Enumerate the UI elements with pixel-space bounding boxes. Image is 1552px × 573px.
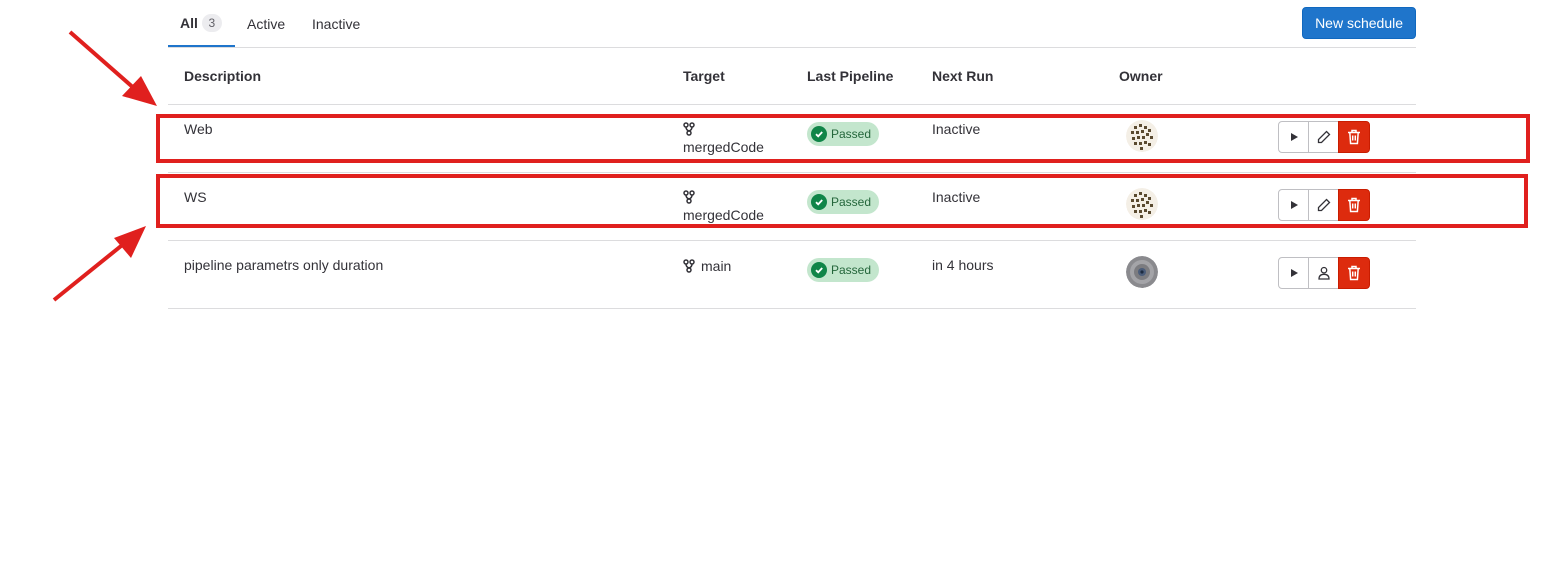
play-icon [1290, 132, 1298, 141]
row-actions [1278, 256, 1370, 289]
branch-icon [683, 189, 769, 207]
schedules-table: Description Target Last Pipeline Next Ru… [168, 48, 1416, 309]
new-schedule-button[interactable]: New schedule [1302, 7, 1416, 39]
branch-name: main [701, 257, 732, 274]
row-actions [1278, 120, 1370, 153]
pencil-icon [1317, 198, 1330, 211]
pipeline-status-badge[interactable]: Passed [807, 257, 880, 282]
owner-avatar[interactable] [1126, 255, 1158, 288]
tab-all-count: 3 [201, 13, 222, 32]
next-run: in 4 hours [916, 240, 1103, 309]
pipeline-status-badge[interactable]: Passed [807, 121, 880, 146]
column-header-description: Description [168, 48, 667, 105]
column-header-owner: Owner [1103, 48, 1416, 105]
pencil-icon [1317, 130, 1330, 143]
play-button[interactable] [1278, 188, 1309, 221]
pipeline-schedules: All 3 Active Inactive New schedule Descr… [168, 0, 1416, 309]
trash-icon [1348, 197, 1360, 212]
row-actions [1278, 188, 1370, 221]
last-pipeline: Passed [791, 172, 916, 241]
schedule-description: pipeline parametrs only duration [168, 240, 667, 309]
tab-all-label: All [180, 14, 198, 31]
trash-icon [1348, 265, 1360, 280]
status-label: Passed [831, 126, 872, 141]
schedule-target[interactable]: mergedCode [667, 104, 791, 173]
owner-avatar[interactable] [1126, 187, 1158, 220]
schedule-description: WS [168, 172, 667, 241]
tab-all[interactable]: All 3 [168, 0, 235, 47]
check-circle-icon [811, 193, 827, 210]
table-header-row: Description Target Last Pipeline Next Ru… [168, 48, 1416, 105]
owner-actions [1103, 172, 1416, 241]
arrow-up-right-icon [52, 226, 146, 302]
next-run: Inactive [916, 172, 1103, 241]
play-button[interactable] [1278, 120, 1309, 153]
check-circle-icon [811, 125, 827, 142]
edit-button[interactable] [1308, 120, 1339, 153]
branch-name: mergedCode [683, 206, 764, 223]
last-pipeline: Passed [791, 104, 916, 173]
delete-button[interactable] [1338, 188, 1370, 221]
arrow-down-right-icon [68, 30, 157, 106]
status-label: Passed [831, 194, 872, 209]
schedule-target[interactable]: mergedCode [667, 172, 791, 241]
trash-icon [1348, 129, 1360, 144]
table-row: Web mergedCode Passed Inactive [168, 104, 1416, 173]
table-row: pipeline parametrs only duration main Pa… [168, 240, 1416, 309]
tab-active[interactable]: Active [247, 0, 285, 47]
branch-name: mergedCode [683, 138, 764, 155]
play-icon [1290, 268, 1298, 277]
play-icon [1290, 200, 1298, 209]
schedule-tabs: All 3 Active Inactive New schedule [168, 0, 1416, 48]
branch-icon [683, 121, 769, 139]
schedule-target[interactable]: main [667, 240, 791, 309]
column-header-next-run: Next Run [916, 48, 1103, 105]
column-header-target: Target [667, 48, 791, 105]
next-run: Inactive [916, 104, 1103, 173]
delete-button[interactable] [1338, 256, 1370, 289]
column-header-last-pipeline: Last Pipeline [791, 48, 916, 105]
tab-inactive[interactable]: Inactive [312, 0, 360, 47]
branch-icon [683, 258, 695, 276]
schedule-description: Web [168, 104, 667, 173]
owner-actions [1103, 104, 1416, 173]
user-icon [1317, 266, 1330, 280]
last-pipeline: Passed [791, 240, 916, 309]
edit-button[interactable] [1308, 188, 1339, 221]
play-button[interactable] [1278, 256, 1309, 289]
delete-button[interactable] [1338, 120, 1370, 153]
table-row: WS mergedCode Passed Inactive [168, 172, 1416, 241]
status-label: Passed [831, 262, 872, 277]
take-ownership-button[interactable] [1308, 256, 1339, 289]
check-circle-icon [811, 261, 827, 278]
owner-avatar[interactable] [1126, 119, 1158, 152]
owner-actions [1103, 240, 1416, 309]
pipeline-status-badge[interactable]: Passed [807, 189, 880, 214]
